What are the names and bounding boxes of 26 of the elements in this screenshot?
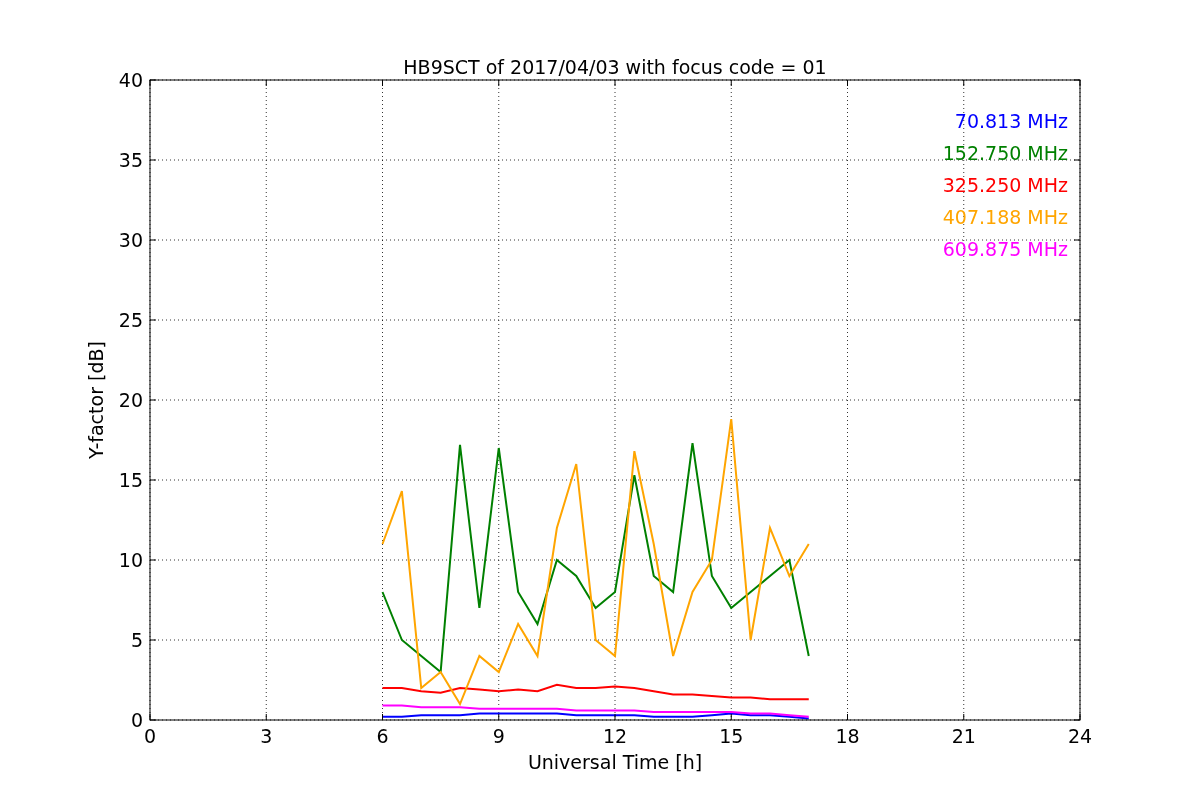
legend-label: 407.188 MHz	[942, 206, 1068, 228]
y-tick-label: 10	[118, 549, 143, 571]
chart-title: HB9SCT of 2017/04/03 with focus code = 01	[403, 56, 827, 78]
x-tick-label: 6	[376, 725, 389, 747]
legend-label: 70.813 MHz	[954, 110, 1068, 132]
legend-label: 609.875 MHz	[942, 238, 1068, 260]
legend-label: 325.250 MHz	[942, 174, 1068, 196]
y-axis-label: Y-factor [dB]	[85, 341, 107, 459]
x-tick-label: 21	[951, 725, 976, 747]
x-tick-label: 12	[602, 725, 628, 747]
y-tick-label: 40	[118, 69, 143, 91]
x-tick-label: 18	[835, 725, 860, 747]
y-tick-label: 5	[130, 629, 143, 651]
y-tick-label: 15	[118, 469, 143, 491]
y-tick-label: 0	[130, 709, 143, 731]
y-tick-label: 20	[118, 389, 143, 411]
x-tick-label: 15	[719, 725, 744, 747]
x-axis-label: Universal Time [h]	[527, 751, 703, 773]
x-tick-label: 9	[492, 725, 505, 747]
y-tick-label: 35	[118, 149, 143, 171]
y-tick-label: 30	[118, 229, 143, 251]
x-tick-label: 3	[260, 725, 273, 747]
x-tick-label: 0	[143, 725, 157, 747]
x-tick-label: 24	[1067, 725, 1093, 747]
legend-label: 152.750 MHz	[942, 142, 1068, 164]
y-tick-label: 25	[118, 309, 143, 331]
